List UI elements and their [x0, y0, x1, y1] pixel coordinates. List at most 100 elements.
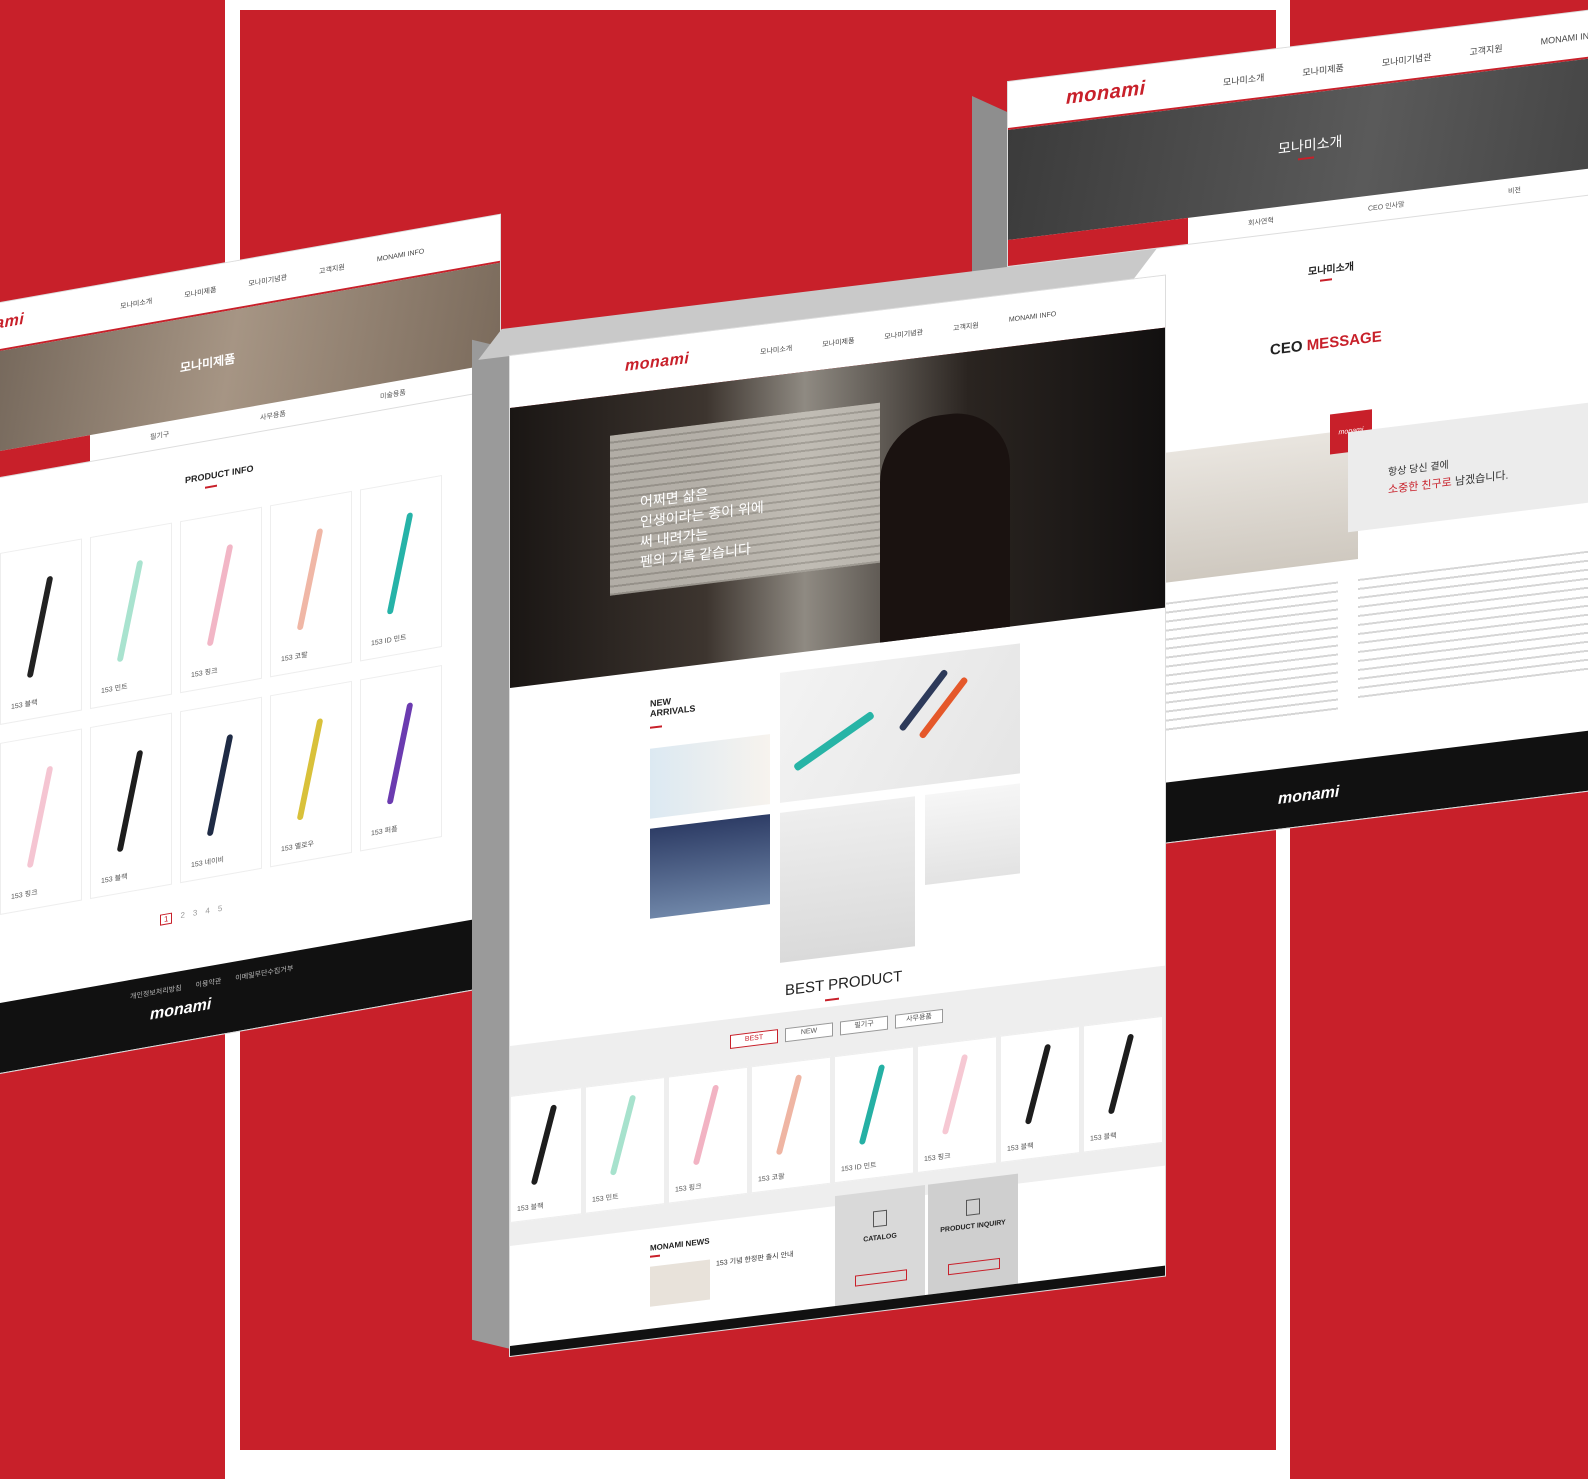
best-product-card[interactable]: 153 블랙	[510, 1087, 582, 1223]
nav-item[interactable]: 고객지원	[319, 262, 345, 277]
product-name: 153 ID 민트	[841, 1162, 877, 1174]
nav-item[interactable]: 고객지원	[1470, 41, 1503, 58]
best-product-title: BEST PRODUCT	[785, 967, 903, 1000]
best-product-card[interactable]: 153 민트	[585, 1076, 665, 1214]
nav-item[interactable]: 모나미소개	[120, 296, 152, 312]
footer-link[interactable]: 이메일무단수집거부	[235, 963, 293, 983]
pen-image	[898, 668, 949, 732]
best-product-card[interactable]: 153 블랙	[1000, 1026, 1080, 1163]
arrival-image-markers[interactable]	[780, 796, 915, 963]
pen-image	[1024, 1043, 1052, 1125]
best-product-card[interactable]: 153 핑크	[668, 1066, 748, 1204]
arrival-image-packages[interactable]	[650, 814, 770, 919]
page-number[interactable]: 4	[205, 906, 209, 918]
product-card[interactable]: 153 옐로우	[270, 680, 352, 868]
right-footer-logo[interactable]: monami	[1278, 783, 1339, 809]
ceo-title-plain: CEO	[1270, 337, 1307, 359]
product-card[interactable]: 153 네이비	[180, 696, 262, 884]
pen-image	[206, 544, 234, 647]
promo-card-catalog[interactable]: CATALOG	[835, 1185, 925, 1307]
product-card[interactable]: 153 ID 민트	[360, 475, 442, 662]
page-number[interactable]: 2	[180, 910, 184, 922]
pen-image	[858, 1064, 886, 1145]
ceo-photo	[1158, 429, 1358, 584]
best-product-card[interactable]: 153 블랙	[1083, 1015, 1163, 1153]
product-card[interactable]: 153 핑크	[180, 506, 262, 694]
news-underline	[650, 1254, 660, 1258]
product-name: 153 민트	[592, 1193, 619, 1204]
promo-card-inquiry[interactable]: PRODUCT INQUIRY	[928, 1173, 1018, 1295]
left-footer-links: 개인정보처리방침 이용약관 이메일무단수집거부	[130, 963, 293, 1002]
right-section-underline	[1320, 278, 1332, 282]
product-name: 153 민트	[101, 683, 128, 696]
news-title: MONAMI NEWS	[650, 1236, 710, 1253]
arrival-image-fountain-pens[interactable]	[780, 643, 1020, 803]
news-thumbnail[interactable]	[650, 1259, 710, 1307]
center-logo[interactable]: monami	[625, 350, 689, 376]
product-name: 153 블랙	[11, 699, 38, 712]
inquiry-icon	[966, 1198, 980, 1217]
promo-card-label: PRODUCT INQUIRY	[940, 1219, 1006, 1235]
quote-line2-red: 소중한 친구로	[1388, 476, 1452, 497]
best-product-card[interactable]: 153 ID 민트	[834, 1046, 914, 1184]
arrival-image-pen-set[interactable]	[650, 734, 770, 819]
product-card[interactable]: 153 민트	[90, 522, 172, 710]
nav-item[interactable]: 모나미제품	[1302, 61, 1343, 79]
product-name: 153 블랙	[1090, 1132, 1117, 1143]
product-card[interactable]: 153 코랄	[270, 490, 352, 678]
pen-image	[775, 1074, 803, 1156]
pen-image	[692, 1084, 720, 1166]
product-card[interactable]: 153 블랙	[90, 712, 172, 900]
sub-tab[interactable]: 회사연혁	[1248, 215, 1274, 228]
product-card[interactable]: 153 블랙	[0, 538, 82, 725]
ceo-message-title: CEO MESSAGE	[1270, 328, 1382, 359]
product-name: 153 핑크	[924, 1152, 951, 1164]
page-number[interactable]: 3	[193, 908, 197, 920]
right-logo[interactable]: monami	[1066, 77, 1146, 110]
pen-image	[26, 766, 54, 868]
product-name: 153 블랙	[101, 873, 128, 886]
category-tab[interactable]: 사무용품	[260, 409, 286, 424]
product-name: 153 퍼플	[371, 825, 398, 838]
nav-item[interactable]: 모나미소개	[760, 343, 792, 357]
product-name: 153 블랙	[1007, 1142, 1034, 1153]
promo-card-button[interactable]	[855, 1269, 907, 1287]
center-mockup-board: monami 모나미소개 모나미제품 모나미기념관 고객지원 MONAMI IN…	[472, 248, 1165, 1356]
page-number[interactable]: 1	[160, 912, 173, 926]
pen-image	[296, 718, 324, 821]
news-headline[interactable]: 153 기념 한정판 출시 안내	[716, 1245, 826, 1269]
arrival-image-ink-set[interactable]	[925, 783, 1020, 886]
left-logo[interactable]: monami	[0, 311, 24, 340]
nav-item[interactable]: 모나미기념관	[1382, 50, 1432, 69]
left-footer-logo[interactable]: monami	[150, 996, 211, 1025]
nav-item[interactable]: MONAMI INFO	[1541, 29, 1588, 49]
sub-tab[interactable]: 비전	[1508, 185, 1521, 197]
nav-item[interactable]: 고객지원	[953, 320, 979, 333]
nav-item[interactable]: 모나미제품	[822, 336, 854, 350]
nav-item[interactable]: 모나미기념관	[248, 272, 287, 289]
pen-image	[793, 710, 875, 772]
best-product-card[interactable]: 153 코랄	[751, 1056, 831, 1194]
ceo-quote-box: 항상 당신 곁에 소중한 친구로 남겠습니다.	[1348, 402, 1588, 533]
footer-link[interactable]: 이용약관	[196, 976, 222, 991]
footer-link[interactable]: 개인정보처리방침	[130, 983, 182, 1002]
hero-copy: 어쩌면 삶은 인생이라는 종이 위에 써 내려가는 펜의 기록 같습니다	[640, 477, 764, 572]
product-card[interactable]: 153 핑크	[0, 728, 82, 915]
best-product-card[interactable]: 153 핑크	[917, 1036, 997, 1174]
nav-item[interactable]: MONAMI INFO	[1009, 311, 1056, 327]
center-footer-logo[interactable]: monami	[810, 1332, 871, 1356]
nav-item[interactable]: 모나미소개	[1223, 71, 1264, 89]
pen-image	[206, 734, 234, 837]
page-number[interactable]: 5	[218, 904, 222, 916]
nav-item[interactable]: 모나미제품	[184, 285, 216, 301]
category-tab[interactable]: 미술용품	[380, 387, 406, 402]
sub-tab[interactable]: CEO 인사말	[1368, 199, 1404, 213]
nav-item[interactable]: 모나미기념관	[884, 327, 923, 342]
nav-item[interactable]: MONAMI INFO	[377, 248, 424, 266]
promo-card-button[interactable]	[948, 1257, 1000, 1276]
best-product-underline	[825, 997, 839, 1002]
pen-image	[941, 1054, 969, 1135]
product-card[interactable]: 153 퍼플	[360, 665, 442, 852]
quote-line2-rest: 남겠습니다.	[1451, 469, 1509, 489]
category-tab[interactable]: 필기구	[150, 429, 169, 442]
